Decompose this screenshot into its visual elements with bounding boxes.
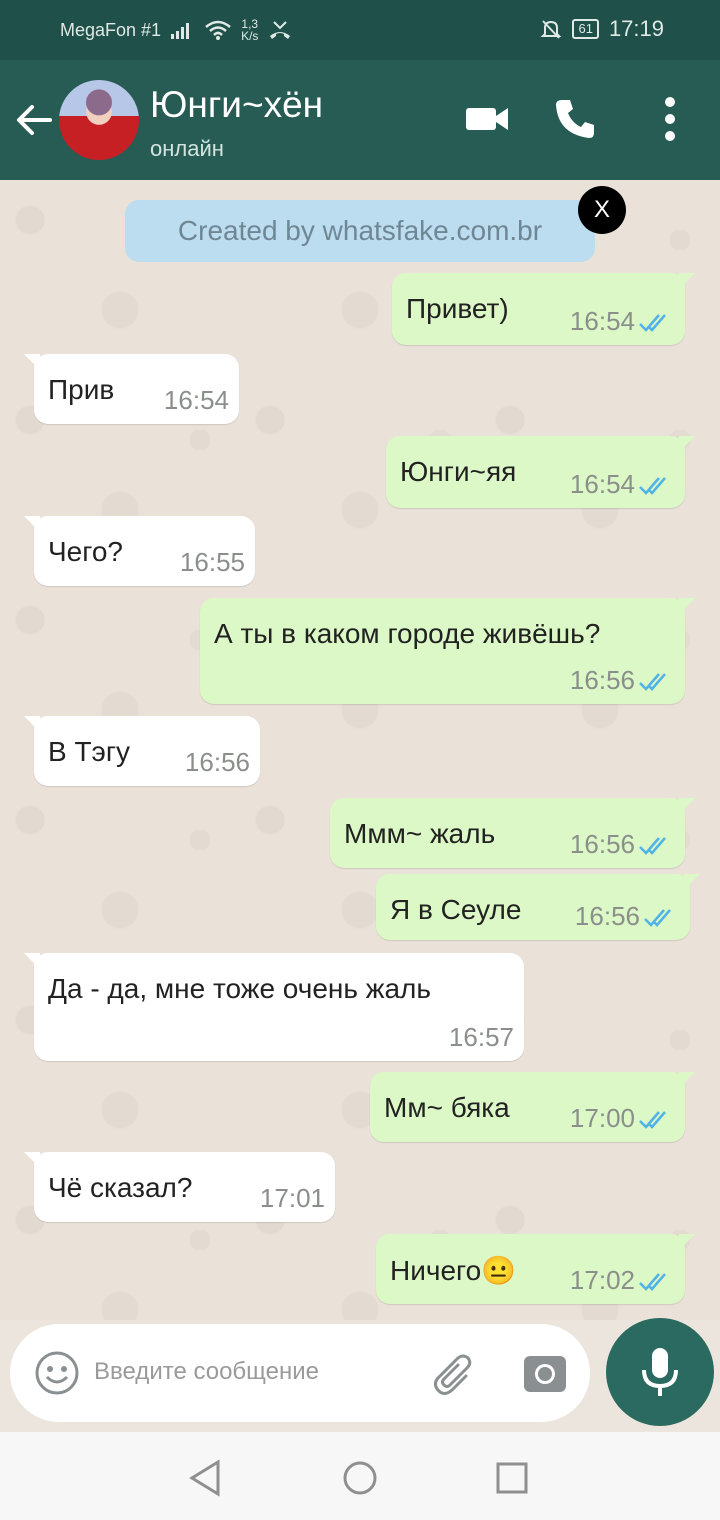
message-text: Чего?: [48, 536, 123, 567]
message-time: 16:56: [574, 901, 640, 931]
read-ticks-icon: [639, 314, 666, 332]
message-input-bar[interactable]: Введите сообщение: [10, 1324, 590, 1422]
message-time: 16:56: [569, 665, 635, 695]
nav-home-icon[interactable]: [340, 1458, 380, 1498]
chat-header: Юнги~хён онлайн: [0, 60, 720, 180]
message-bubble[interactable]: Чё сказал? 17:01: [24, 1152, 335, 1222]
message-time: 17:01: [259, 1183, 325, 1213]
read-ticks-icon: [639, 837, 666, 855]
speed-unit: K/s: [241, 29, 259, 43]
message-bubble[interactable]: Привет) 16:54: [392, 273, 695, 345]
mute-notifications-icon: [541, 20, 562, 39]
carrier-name: MegaFon #1: [60, 19, 162, 40]
chat-area[interactable]: Created by whatsfake.com.br X Привет) 16…: [0, 180, 720, 1320]
clock: 17:19: [608, 16, 664, 41]
attach-icon[interactable]: [430, 1350, 480, 1400]
message-time: 16:56: [569, 829, 635, 859]
nav-back-icon[interactable]: [186, 1458, 226, 1498]
message-text: Да - да, мне тоже очень жаль: [48, 973, 431, 1004]
message-time: 16:57: [448, 1022, 514, 1052]
message-text: В Тэгу: [48, 736, 131, 767]
read-ticks-icon: [644, 909, 671, 927]
message-bubble[interactable]: Я в Сеуле 16:56: [376, 874, 700, 940]
network-speed: 1,3 K/s: [241, 18, 258, 42]
read-ticks-icon: [639, 477, 666, 495]
message-bubble[interactable]: Ммм~ жаль 16:56: [330, 798, 695, 868]
nav-recents-icon[interactable]: [492, 1458, 532, 1498]
message-text: Чё сказал?: [48, 1172, 193, 1203]
message-bubble[interactable]: А ты в каком городе живёшь? 16:56: [200, 598, 695, 704]
message-bubble[interactable]: Мм~ бяка 17:00: [370, 1072, 695, 1142]
read-ticks-icon: [639, 673, 666, 691]
message-text: А ты в каком городе живёшь?: [214, 618, 601, 649]
message-text: Я в Сеуле: [390, 894, 522, 925]
video-call-icon[interactable]: [462, 94, 512, 144]
message-text: Мм~ бяка: [384, 1092, 510, 1123]
message-time: 16:55: [179, 547, 245, 577]
message-input[interactable]: Введите сообщение: [94, 1358, 319, 1386]
more-options-icon[interactable]: [645, 94, 695, 144]
system-navigation-bar: [0, 1432, 720, 1520]
message-bubble[interactable]: Чего? 16:55: [24, 516, 255, 586]
voice-message-button[interactable]: [606, 1318, 714, 1426]
watermark-banner: Created by whatsfake.com.br: [125, 200, 595, 262]
read-ticks-icon: [639, 1111, 666, 1129]
message-time: 16:56: [184, 747, 250, 777]
microphone-icon: [642, 1348, 678, 1396]
read-ticks-icon: [639, 1273, 666, 1291]
message-bubble[interactable]: Юнги~яя 16:54: [386, 436, 695, 508]
message-bubble[interactable]: Прив 16:54: [24, 354, 239, 424]
missed-call-icon: [270, 21, 291, 39]
message-time: 16:54: [569, 306, 635, 336]
message-bubble[interactable]: Да - да, мне тоже очень жаль 16:57: [24, 953, 524, 1061]
message-bubble[interactable]: Ничего😐 17:02: [376, 1234, 695, 1304]
wifi-icon: [205, 20, 231, 40]
status-bar: MegaFon #1 1,3 K/s 61 17:19: [0, 0, 720, 60]
signal-icon: [171, 23, 190, 39]
voice-call-icon[interactable]: [550, 94, 600, 144]
message-time: 17:02: [569, 1265, 635, 1295]
message-bubble[interactable]: В Тэгу 16:56: [24, 716, 260, 786]
contact-status: онлайн: [150, 136, 224, 161]
message-text: Привет): [406, 293, 509, 324]
avatar[interactable]: [59, 80, 139, 160]
message-time: 17:00: [569, 1103, 635, 1133]
message-text: Ммм~ жаль: [344, 818, 496, 849]
contact-name[interactable]: Юнги~хён: [150, 84, 323, 126]
message-text: Прив: [48, 374, 115, 405]
status-left: MegaFon #1 1,3 K/s: [60, 18, 292, 42]
message-time: 16:54: [163, 385, 229, 415]
message-text: Ничего😐: [390, 1255, 517, 1286]
message-time: 16:54: [569, 469, 635, 499]
camera-icon[interactable]: [522, 1352, 568, 1396]
emoji-icon[interactable]: [34, 1350, 80, 1396]
battery-indicator: 61: [572, 19, 599, 39]
message-text: Юнги~яя: [400, 456, 517, 487]
status-right: 61 17:19: [540, 16, 664, 42]
back-arrow-icon[interactable]: [12, 98, 56, 142]
banner-close-button[interactable]: X: [578, 186, 626, 234]
